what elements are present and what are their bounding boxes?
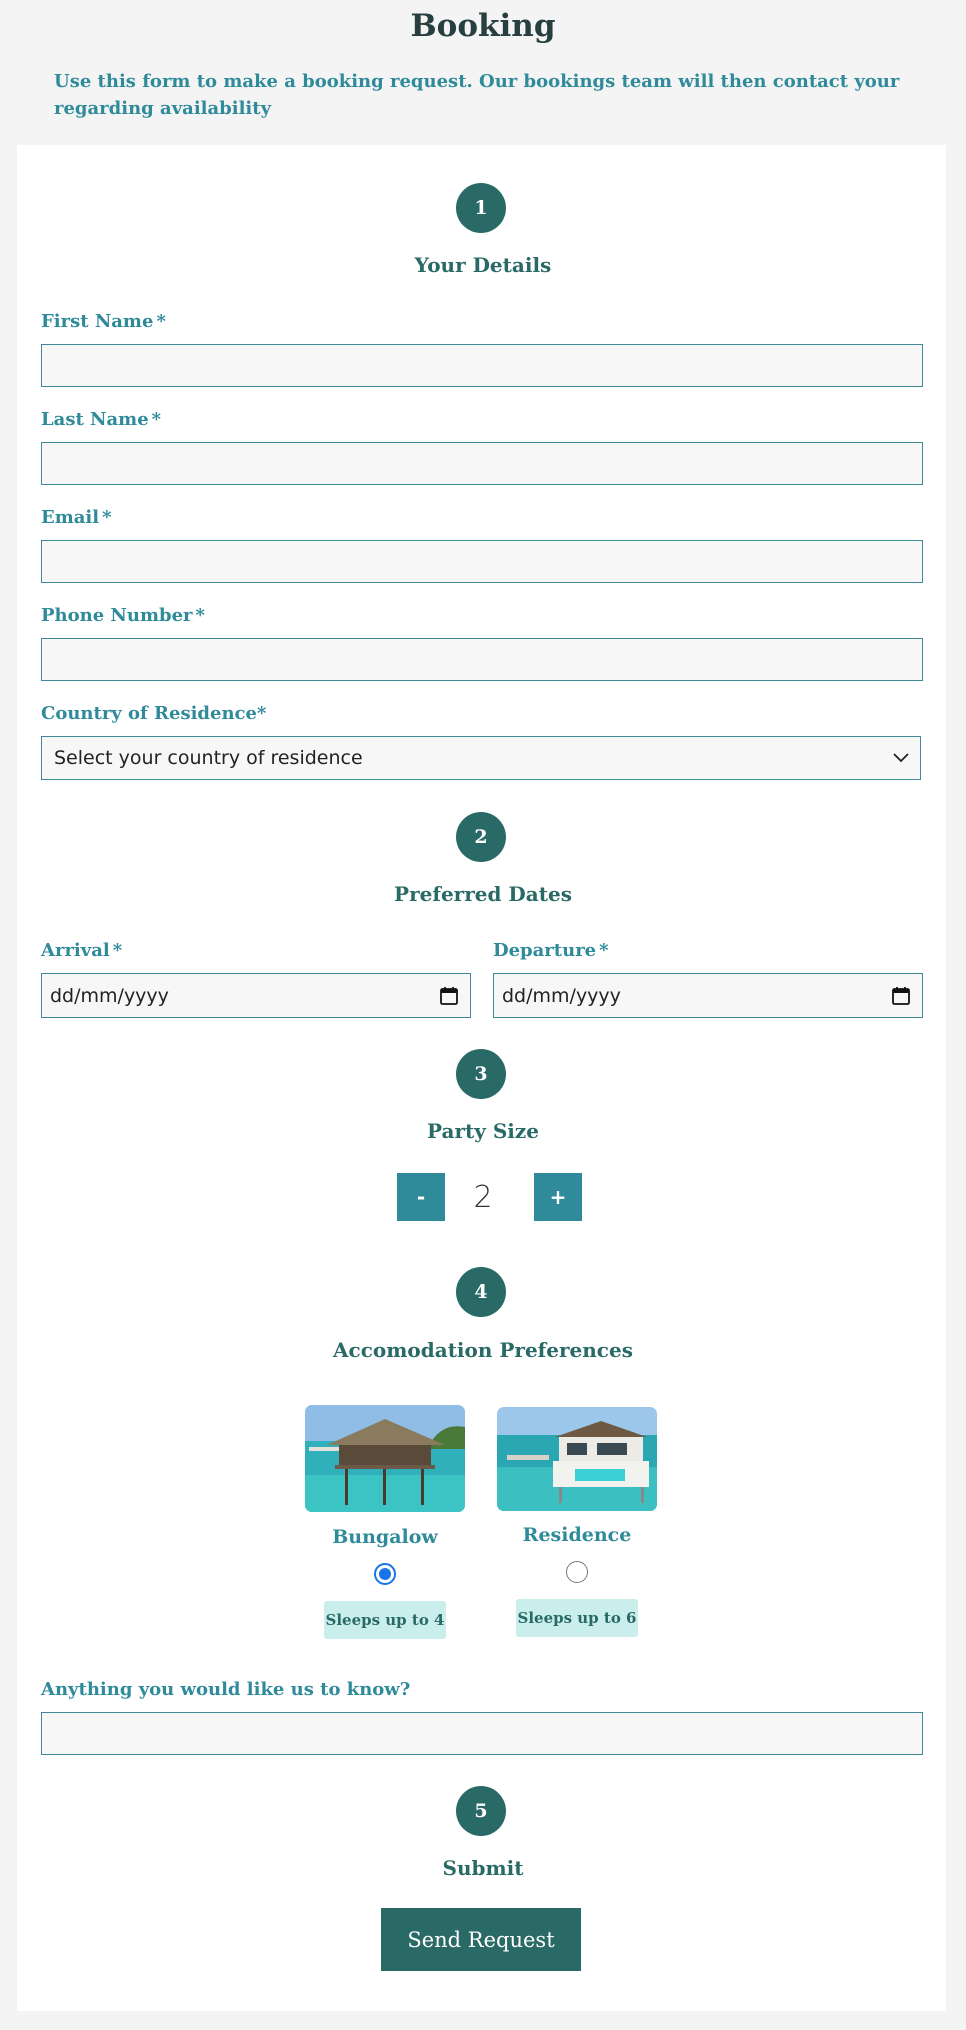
country-label: Country of Residence* <box>41 703 267 724</box>
chevron-down-icon <box>893 753 909 763</box>
email-label: Email * <box>41 507 112 528</box>
section-title-submit: Submit <box>442 1856 524 1880</box>
arrival-date-input[interactable]: dd/mm/yyyy <box>41 973 471 1018</box>
bungalow-image[interactable] <box>305 1405 465 1512</box>
arrival-label: Arrival * <box>41 940 123 961</box>
arrival-placeholder: dd/mm/yyyy <box>50 984 169 1007</box>
country-select[interactable]: Select your country of residence <box>41 736 921 780</box>
bungalow-capacity-badge: Sleeps up to 4 <box>324 1601 446 1639</box>
step-5-badge: 5 <box>456 1786 506 1836</box>
departure-label: Departure * <box>493 940 609 961</box>
departure-placeholder: dd/mm/yyyy <box>502 984 621 1007</box>
residence-capacity-badge: Sleeps up to 6 <box>516 1599 638 1637</box>
step-2-badge: 2 <box>456 812 506 862</box>
departure-date-input[interactable]: dd/mm/yyyy <box>493 973 923 1018</box>
intro-text: Use this form to make a booking request.… <box>54 71 900 119</box>
party-increase-button[interactable]: + <box>534 1173 582 1221</box>
last-name-label: Last Name * <box>41 409 162 430</box>
first-name-label: First Name * <box>41 311 166 332</box>
step-1-badge: 1 <box>456 183 506 233</box>
notes-label: Anything you would like us to know? <box>41 1679 411 1700</box>
party-size-value[interactable]: 2 <box>444 1173 522 1221</box>
phone-label: Phone Number * <box>41 605 205 626</box>
page-title: Booking <box>410 8 556 44</box>
section-title-accommodation: Accomodation Preferences <box>333 1338 633 1362</box>
step-4-badge: 4 <box>456 1267 506 1317</box>
bungalow-name: Bungalow <box>332 1526 438 1548</box>
calendar-icon[interactable] <box>891 986 911 1006</box>
party-decrease-button[interactable]: - <box>397 1173 445 1221</box>
residence-name: Residence <box>522 1524 632 1546</box>
first-name-input[interactable] <box>41 344 923 387</box>
last-name-input[interactable] <box>41 442 923 485</box>
notes-input[interactable] <box>41 1712 923 1755</box>
email-input[interactable] <box>41 540 923 583</box>
calendar-icon[interactable] <box>439 986 459 1006</box>
bungalow-radio[interactable] <box>374 1563 396 1585</box>
section-title-preferred-dates: Preferred Dates <box>394 882 572 906</box>
section-title-party-size: Party Size <box>427 1119 539 1143</box>
phone-input[interactable] <box>41 638 923 681</box>
residence-image[interactable] <box>497 1407 657 1511</box>
residence-radio[interactable] <box>566 1561 588 1583</box>
section-title-your-details: Your Details <box>414 253 552 277</box>
send-request-button[interactable]: Send Request <box>381 1908 581 1971</box>
country-select-value: Select your country of residence <box>54 747 363 769</box>
step-3-badge: 3 <box>456 1049 506 1099</box>
